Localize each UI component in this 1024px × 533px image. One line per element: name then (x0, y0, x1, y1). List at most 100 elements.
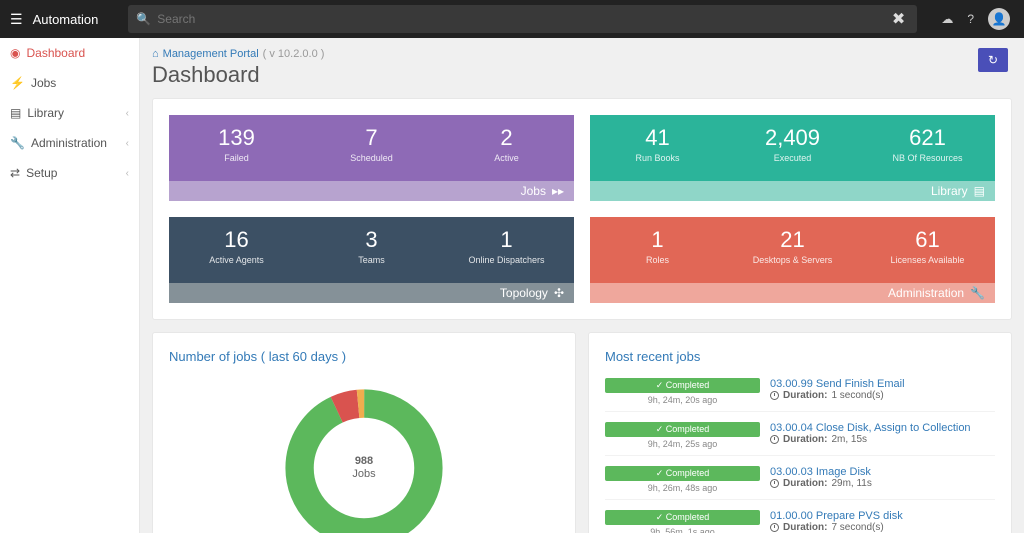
recent-jobs-panel: Most recent jobs ✓ Completed 9h, 24m, 20… (588, 332, 1012, 533)
metric-num: 139 (173, 125, 300, 151)
clock-icon (770, 435, 779, 444)
refresh-button[interactable]: ↻ (978, 48, 1008, 72)
metric-num: 16 (173, 227, 300, 253)
recent-jobs-title: Most recent jobs (605, 349, 995, 364)
job-time-ago: 9h, 24m, 20s ago (605, 395, 760, 405)
donut-chart: 988 Jobs (169, 378, 559, 533)
menu-toggle-icon[interactable]: ☰ (0, 11, 33, 28)
donut-total: 988 (352, 455, 375, 468)
metric-label: Licenses Available (864, 255, 991, 265)
donut-sublabel: Jobs (352, 468, 375, 481)
metric-label: Failed (173, 153, 300, 163)
job-badge: ✓ Completed 9h, 24m, 25s ago (605, 422, 760, 449)
job-name-link[interactable]: 03.00.03 Image Disk (770, 466, 995, 478)
wrench-icon: 🔧 (970, 286, 985, 300)
metric-num: 1 (443, 227, 570, 253)
job-duration: Duration: 29m, 11s (770, 478, 995, 489)
exchange-icon: ⇄ (10, 166, 20, 180)
alerts-icon[interactable]: ☁ (941, 12, 953, 26)
metric-num: 61 (864, 227, 991, 253)
sidebar-item-jobs[interactable]: ⚡ Jobs (0, 68, 139, 98)
job-details: 03.00.03 Image Disk Duration: 29m, 11s (770, 466, 995, 489)
chart-title: Number of jobs ( last 60 days ) (169, 349, 559, 364)
job-status-badge: ✓ Completed (605, 510, 760, 525)
metric-footer-label: Library (931, 184, 968, 198)
metric-num: 621 (864, 125, 991, 151)
dashboard-icon: ◉ (10, 46, 20, 60)
search-box[interactable]: 🔍 ✖ (128, 5, 917, 33)
job-row: ✓ Completed 9h, 24m, 25s ago 03.00.04 Cl… (605, 418, 995, 456)
search-icon: 🔍 (136, 12, 151, 26)
metric-footer-label: Administration (888, 286, 964, 300)
metrics-panel: 139 Failed 7 Scheduled 2 Active Jobs ▸▸ 41 Ru… (152, 98, 1012, 320)
recent-jobs-list: ✓ Completed 9h, 24m, 20s ago 03.00.99 Se… (605, 374, 995, 533)
help-icon[interactable]: ? (967, 12, 974, 26)
book-icon: ▤ (974, 184, 985, 198)
metric-topology[interactable]: 16 Active Agents 3 Teams 1 Online Dispatche… (169, 217, 574, 303)
sidebar-item-setup[interactable]: ⇄Setup ‹ (0, 158, 139, 188)
wrench-icon: 🔧 (10, 136, 25, 150)
job-name-link[interactable]: 03.00.99 Send Finish Email (770, 378, 995, 390)
metric-num: 2 (443, 125, 570, 151)
job-badge: ✓ Completed 9h, 56m, 1s ago (605, 510, 760, 533)
breadcrumb: ⌂ Management Portal ( v 10.2.0.0 ) (152, 48, 1012, 60)
page-title: Dashboard (152, 62, 1012, 88)
metric-label: Executed (729, 153, 856, 163)
job-name-link[interactable]: 01.00.00 Prepare PVS disk (770, 510, 995, 522)
metric-label: Active Agents (173, 255, 300, 265)
sidebar-item-label: Jobs (31, 76, 56, 90)
job-duration: Duration: 1 second(s) (770, 390, 995, 401)
home-icon[interactable]: ⌂ (152, 48, 159, 60)
content-area: ↻ ⌂ Management Portal ( v 10.2.0.0 ) Das… (140, 38, 1024, 533)
metric-label: Desktops & Servers (729, 255, 856, 265)
avatar[interactable]: 👤 (988, 8, 1010, 30)
job-time-ago: 9h, 26m, 48s ago (605, 483, 760, 493)
breadcrumb-root[interactable]: Management Portal (163, 48, 259, 60)
sidebar-item-label: Dashboard (26, 46, 85, 60)
sidebar-item-label: Library (27, 106, 64, 120)
job-row: ✓ Completed 9h, 26m, 48s ago 03.00.03 Im… (605, 462, 995, 500)
metric-jobs[interactable]: 139 Failed 7 Scheduled 2 Active Jobs ▸▸ (169, 115, 574, 201)
metric-footer-label: Jobs (521, 184, 546, 198)
chevron-left-icon: ‹ (126, 168, 129, 179)
bolt-icon: ⚡ (10, 76, 25, 90)
metric-label: Scheduled (308, 153, 435, 163)
job-time-ago: 9h, 56m, 1s ago (605, 527, 760, 533)
metric-library[interactable]: 41Run Books 2,409Executed 621NB Of Resou… (590, 115, 995, 201)
play-icon: ▸▸ (552, 184, 564, 198)
job-status-badge: ✓ Completed (605, 422, 760, 437)
sidebar-item-dashboard[interactable]: ◉ Dashboard (0, 38, 139, 68)
chevron-left-icon: ‹ (126, 138, 129, 149)
clock-icon (770, 479, 779, 488)
sitemap-icon: ✣ (554, 286, 564, 300)
metric-num: 7 (308, 125, 435, 151)
metric-num: 41 (594, 125, 721, 151)
search-clear-icon[interactable]: ✖ (888, 9, 909, 29)
search-input[interactable] (157, 12, 888, 26)
job-row: ✓ Completed 9h, 56m, 1s ago 01.00.00 Pre… (605, 506, 995, 533)
job-time-ago: 9h, 24m, 25s ago (605, 439, 760, 449)
metric-administration[interactable]: 1Roles 21Desktops & Servers 61Licenses A… (590, 217, 995, 303)
metric-label: Online Dispatchers (443, 255, 570, 265)
job-duration: Duration: 2m, 15s (770, 434, 995, 445)
metric-label: Run Books (594, 153, 721, 163)
donut-center: 988 Jobs (352, 455, 375, 481)
topbar-right: ☁ ? 👤 (927, 8, 1024, 30)
metric-num: 3 (308, 227, 435, 253)
job-status-badge: ✓ Completed (605, 378, 760, 393)
job-details: 01.00.00 Prepare PVS disk Duration: 7 se… (770, 510, 995, 533)
clock-icon (770, 391, 779, 400)
sidebar-item-administration[interactable]: 🔧Administration ‹ (0, 128, 139, 158)
metric-num: 2,409 (729, 125, 856, 151)
brand-label: Automation (33, 12, 119, 27)
book-icon: ▤ (10, 106, 21, 120)
chevron-left-icon: ‹ (126, 108, 129, 119)
sidebar-item-library[interactable]: ▤ Library ‹ (0, 98, 139, 128)
job-badge: ✓ Completed 9h, 26m, 48s ago (605, 466, 760, 493)
job-name-link[interactable]: 03.00.04 Close Disk, Assign to Collectio… (770, 422, 995, 434)
job-row: ✓ Completed 9h, 24m, 20s ago 03.00.99 Se… (605, 374, 995, 412)
metric-label: Active (443, 153, 570, 163)
metric-label: Teams (308, 255, 435, 265)
jobs-chart-panel: Number of jobs ( last 60 days ) 988 Jobs (152, 332, 576, 533)
metric-footer-label: Topology (500, 286, 548, 300)
